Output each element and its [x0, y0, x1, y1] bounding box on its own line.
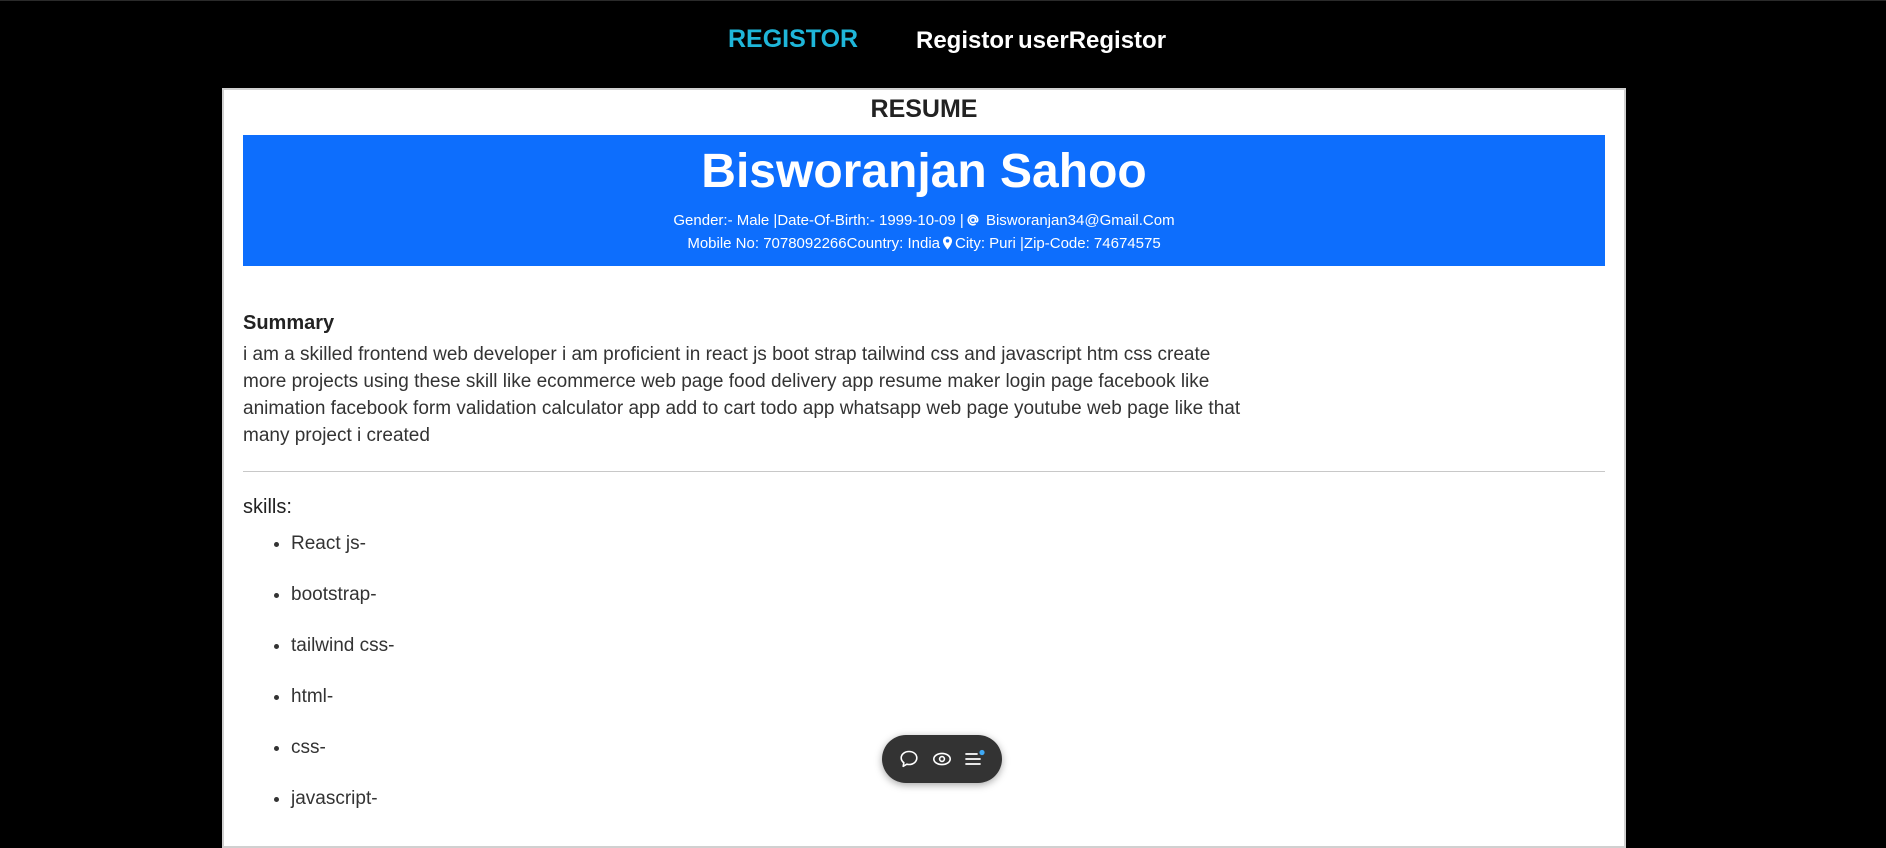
nav-link-registor[interactable]: Registor [916, 27, 1013, 55]
notification-badge [979, 749, 985, 756]
resume-heading: RESUME [870, 95, 978, 123]
person-name: Bisworanjan Sahoo [701, 145, 1147, 198]
summary-title: Summary [243, 312, 335, 334]
city-zip-text: City: Puri |Zip-Code: 74674575 [955, 235, 1161, 252]
contact-info-line: Mobile No: 7078092266Country: India City:… [243, 234, 1605, 256]
resume-sheet: RESUME Bisworanjan Sahoo Gender:- Male |… [222, 88, 1626, 848]
floating-toolbar [882, 735, 1002, 783]
top-navbar: REGISTOR Registor userRegistor [0, 0, 1886, 88]
skills-title: skills: [243, 496, 292, 518]
resume-header-banner: Bisworanjan Sahoo Gender:- Male |Date-Of… [243, 135, 1605, 266]
brand-link[interactable]: REGISTOR [728, 25, 858, 54]
skill-item: javascript- [291, 773, 394, 824]
location-pin-icon [942, 236, 953, 256]
summary-text: i am a skilled frontend web developer i … [243, 344, 1241, 446]
skill-item: css- [291, 722, 394, 773]
email-text: Bisworanjan34@Gmail.Com [985, 212, 1175, 229]
section-divider [243, 471, 1605, 472]
at-sign-icon [966, 213, 980, 233]
skill-item: React js- [291, 518, 394, 569]
list-icon[interactable] [961, 745, 989, 773]
personal-info-line: Gender:- Male |Date-Of-Birth:- 1999-10-0… [243, 211, 1605, 233]
nav-link-user-registor[interactable]: userRegistor [1018, 27, 1166, 55]
skill-item: html- [291, 671, 394, 722]
gender-dob-text: Gender:- Male |Date-Of-Birth:- 1999-10-0… [673, 212, 964, 229]
skill-item: bootstrap- [291, 569, 394, 620]
skills-list: React js- bootstrap- tailwind css- html-… [243, 518, 394, 824]
eye-icon[interactable] [928, 745, 956, 773]
mobile-country-text: Mobile No: 7078092266Country: India [687, 235, 940, 252]
skill-item: tailwind css- [291, 620, 394, 671]
chat-icon[interactable] [895, 745, 923, 773]
